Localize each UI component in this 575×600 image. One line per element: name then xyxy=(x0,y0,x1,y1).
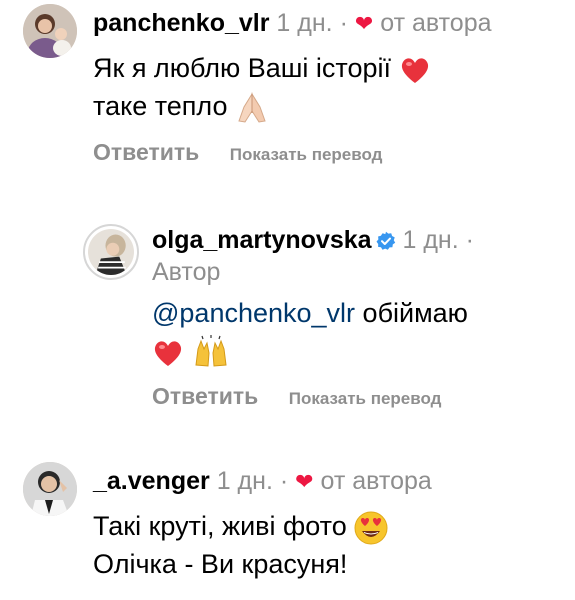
verified-badge-icon xyxy=(376,232,395,251)
timestamp: 1 дн. xyxy=(216,467,273,495)
show-translation-button[interactable]: Показать перевод xyxy=(289,389,442,408)
comment-actions: Ответить Показать перевод xyxy=(152,383,441,410)
comment-line-1: обіймаю xyxy=(362,298,468,328)
author-label: Автор xyxy=(152,258,221,286)
heart-icon: ❤ xyxy=(295,469,314,494)
username[interactable]: panchenko_vlr xyxy=(93,9,269,37)
avatar[interactable] xyxy=(83,224,139,280)
comment-text: Такі круті, живі фото Олічка - Ви красун… xyxy=(93,507,388,583)
avatar-photo-icon xyxy=(88,229,134,275)
separator: · xyxy=(339,9,348,37)
separator: · xyxy=(465,226,474,254)
avatar-photo-icon xyxy=(23,462,77,516)
heart-icon: ❤ xyxy=(354,11,374,36)
comment-actions: Ответить Показать перевод xyxy=(93,139,382,166)
red-heart-emoji-icon xyxy=(401,58,428,83)
folded-hands-emoji-icon xyxy=(238,92,266,123)
comment-meta: olga_martynovska 1 дн. · xyxy=(152,225,474,255)
comment-line-2: Олічка - Ви красуня! xyxy=(93,549,348,579)
comment-line-1: Як я люблю Ваші історії xyxy=(93,53,391,83)
reply-button[interactable]: Ответить xyxy=(152,383,258,409)
heart-eyes-emoji-icon xyxy=(354,511,388,545)
comment-line-2: таке тепло xyxy=(93,91,228,121)
username[interactable]: _a.venger xyxy=(93,467,210,495)
separator: · xyxy=(279,467,289,495)
avatar-photo-icon xyxy=(23,4,77,58)
liked-by-author-label: от автора xyxy=(380,9,492,37)
comment-meta: panchenko_vlr 1 дн. · ❤ от автора xyxy=(93,8,492,39)
liked-by-author-label: от автора xyxy=(320,467,432,495)
red-heart-emoji-icon xyxy=(154,341,182,366)
mention-link[interactable]: @panchenko_vlr xyxy=(152,298,355,328)
username[interactable]: olga_martynovska xyxy=(152,226,372,254)
comment-text: @panchenko_vlr обіймаю xyxy=(152,294,468,371)
show-translation-button[interactable]: Показать перевод xyxy=(230,145,383,164)
avatar[interactable] xyxy=(23,4,77,58)
timestamp: 1 дн. xyxy=(402,226,459,254)
comment-meta: _a.venger 1 дн. · ❤ от автора xyxy=(93,466,432,497)
comment-text: Як я люблю Ваші історії таке тепло xyxy=(93,49,431,125)
avatar[interactable] xyxy=(23,462,77,516)
raising-hands-emoji-icon xyxy=(194,334,227,367)
timestamp: 1 дн. xyxy=(276,9,333,37)
reply-button[interactable]: Ответить xyxy=(93,139,199,165)
comment-line-1: Такі круті, живі фото xyxy=(93,511,347,541)
